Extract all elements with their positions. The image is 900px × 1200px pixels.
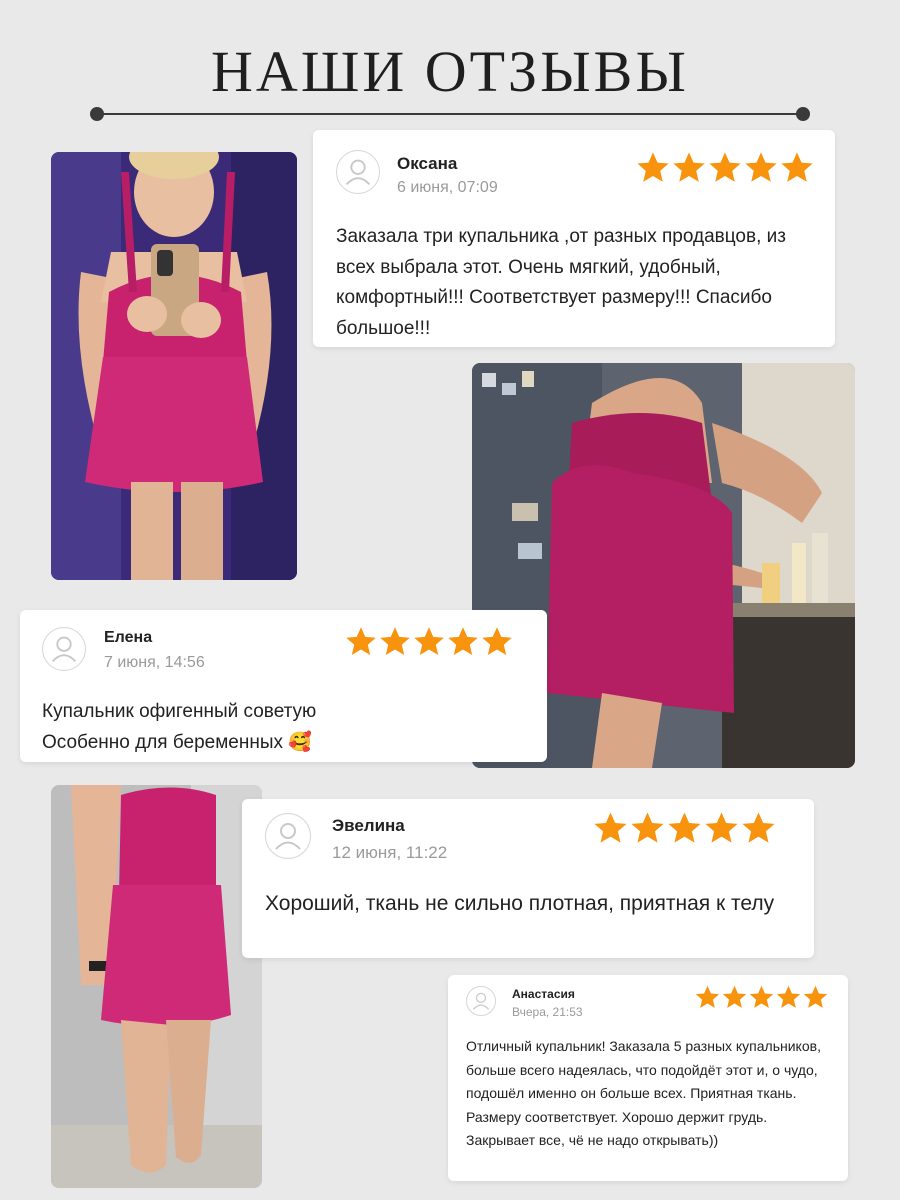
star-icon: [635, 150, 671, 186]
user-avatar-icon: [42, 627, 86, 671]
divider-left-dot: [90, 107, 104, 121]
star-icon: [721, 984, 748, 1011]
review-card: Оксана 6 июня, 07:09 Заказала три купаль…: [313, 130, 835, 347]
star-icon: [629, 810, 666, 847]
star-icon: [480, 625, 514, 659]
customer-photo-1: [51, 152, 297, 580]
review-date: Вчера, 21:53: [512, 1005, 583, 1019]
star-icon: [775, 984, 802, 1011]
smiling-face-with-hearts-emoji: 🥰: [288, 732, 312, 753]
review-card: Елена 7 июня, 14:56 Купальник офигенный …: [20, 610, 547, 762]
star-icon: [378, 625, 412, 659]
star-icon: [743, 150, 779, 186]
review-card: Эвелина 12 июня, 11:22 Хороший, ткань не…: [242, 799, 814, 958]
review-text: Хороший, ткань не сильно плотная, приятн…: [265, 892, 775, 915]
review-text: Заказала три купальника ,от разных прода…: [336, 226, 786, 339]
divider-right-dot: [796, 107, 810, 121]
rating-stars: [694, 984, 829, 1011]
star-icon: [344, 625, 378, 659]
review-text-line: Особенно для беременных 🥰: [42, 727, 316, 758]
reviewer-name: Елена: [104, 629, 153, 646]
user-avatar-icon: [336, 150, 380, 194]
user-avatar-icon: [466, 986, 496, 1016]
review-date: 12 июня, 11:22: [332, 843, 448, 862]
title-divider: [96, 113, 808, 115]
customer-photo-3: [51, 785, 262, 1188]
star-icon: [592, 810, 629, 847]
review-date: 7 июня, 14:56: [104, 654, 205, 671]
star-icon: [412, 625, 446, 659]
star-icon: [446, 625, 480, 659]
page-title: НАШИ ОТЗЫВЫ: [211, 39, 689, 104]
rating-stars: [635, 150, 815, 186]
star-icon: [666, 810, 703, 847]
reviewer-name: Оксана: [397, 154, 458, 173]
star-icon: [748, 984, 775, 1011]
review-text: Купальник офигенный советую Особенно для…: [42, 696, 316, 758]
star-icon: [779, 150, 815, 186]
star-icon: [703, 810, 740, 847]
rating-stars: [592, 810, 777, 847]
star-icon: [740, 810, 777, 847]
review-text: Отличный купальник! Заказала 5 разных ку…: [466, 1038, 821, 1149]
star-icon: [694, 984, 721, 1011]
review-card: Анастасия Вчера, 21:53 Отличный купальни…: [448, 975, 848, 1181]
star-icon: [671, 150, 707, 186]
review-text-line: Купальник офигенный советую: [42, 701, 317, 722]
reviewer-name: Эвелина: [332, 816, 405, 835]
review-date: 6 июня, 07:09: [397, 179, 498, 196]
review-text-line2: Особенно для беременных: [42, 732, 284, 753]
star-icon: [802, 984, 829, 1011]
user-avatar-icon: [265, 813, 311, 859]
rating-stars: [344, 625, 514, 659]
star-icon: [707, 150, 743, 186]
reviewer-name: Анастасия: [512, 987, 575, 1001]
